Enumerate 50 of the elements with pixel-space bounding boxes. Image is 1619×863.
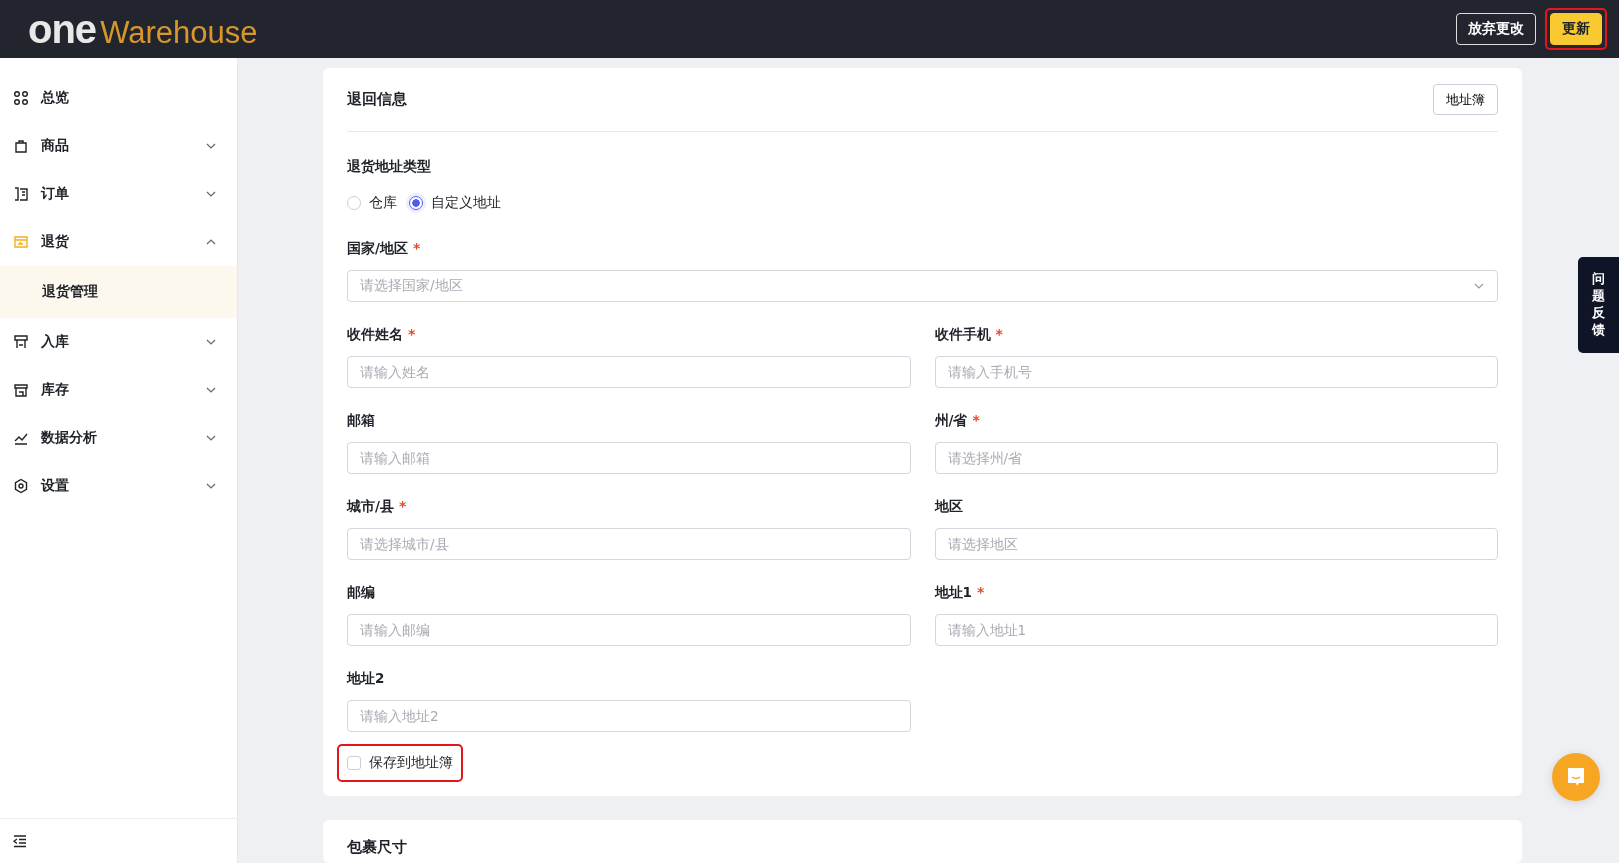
address-book-button[interactable]: 地址簿 bbox=[1433, 84, 1498, 115]
input-field[interactable]: 请输入地址2 bbox=[347, 700, 911, 732]
update-button[interactable]: 更新 bbox=[1550, 13, 1602, 45]
sidebar-subitem[interactable]: 退货管理 bbox=[0, 266, 237, 318]
input-field[interactable]: 请输入邮箱 bbox=[347, 442, 911, 474]
section-title: 退回信息 bbox=[347, 90, 407, 109]
sidebar-item[interactable]: 退货 bbox=[0, 218, 237, 266]
feedback-tab[interactable]: 问题反馈 bbox=[1578, 257, 1619, 353]
radio-label: 自定义地址 bbox=[431, 194, 501, 212]
field-label: 地区 bbox=[934, 498, 963, 516]
radio-label: 仓库 bbox=[369, 194, 397, 212]
sidebar-item[interactable]: 商品 bbox=[0, 122, 237, 170]
sidebar-item[interactable]: 设置 bbox=[0, 462, 237, 510]
required-asterisk: * bbox=[412, 240, 421, 258]
logo-text: Warehouse bbox=[100, 14, 258, 51]
field-label: 邮箱 bbox=[347, 412, 375, 430]
field-label: 州/省 bbox=[934, 412, 968, 430]
field-label: 收件姓名 bbox=[347, 326, 403, 344]
collapse-menu-icon[interactable] bbox=[12, 833, 28, 849]
chat-button[interactable] bbox=[1552, 753, 1600, 801]
field-label: 退货地址类型 bbox=[347, 158, 432, 176]
checkbox-label: 保存到地址簿 bbox=[369, 754, 453, 772]
field-label: 地址2 bbox=[347, 670, 385, 688]
field-label: 邮编 bbox=[347, 584, 375, 602]
required-asterisk: * bbox=[976, 584, 985, 602]
field-label: 收件手机 bbox=[934, 326, 991, 344]
discard-button[interactable]: 放弃更改 bbox=[1456, 13, 1536, 45]
required-asterisk: * bbox=[972, 412, 980, 430]
field-label: 城市/县 bbox=[347, 498, 394, 516]
input-field[interactable]: 请输入地址1 bbox=[934, 614, 1498, 646]
input-field[interactable]: 请选择州/省 bbox=[934, 442, 1498, 474]
input-field[interactable]: 请选择地区 bbox=[934, 528, 1498, 560]
sidebar-item[interactable]: 订单 bbox=[0, 170, 237, 218]
required-asterisk: * bbox=[408, 326, 416, 344]
required-asterisk: * bbox=[995, 326, 1003, 344]
field-label: 地址1 bbox=[934, 584, 972, 602]
input-field[interactable]: 请输入手机号 bbox=[934, 356, 1498, 388]
required-asterisk: * bbox=[398, 498, 407, 516]
input-field[interactable]: 请输入邮编 bbox=[347, 614, 911, 646]
radio-button[interactable] bbox=[409, 196, 423, 210]
field-label: 国家/地区 bbox=[347, 240, 408, 258]
sidebar-item[interactable]: 入库 bbox=[0, 318, 237, 366]
sidebar-item[interactable]: 库存 bbox=[0, 366, 237, 414]
logo-text: one bbox=[28, 6, 97, 52]
input-field[interactable]: 请选择城市/县 bbox=[347, 528, 911, 560]
sidebar-item[interactable]: 数据分析 bbox=[0, 414, 237, 462]
checkbox[interactable] bbox=[347, 756, 361, 770]
section-title: 包裹尺寸 bbox=[347, 838, 407, 856]
sidebar-item[interactable]: 总览 bbox=[0, 74, 237, 122]
input-field[interactable]: 请输入姓名 bbox=[347, 356, 911, 388]
